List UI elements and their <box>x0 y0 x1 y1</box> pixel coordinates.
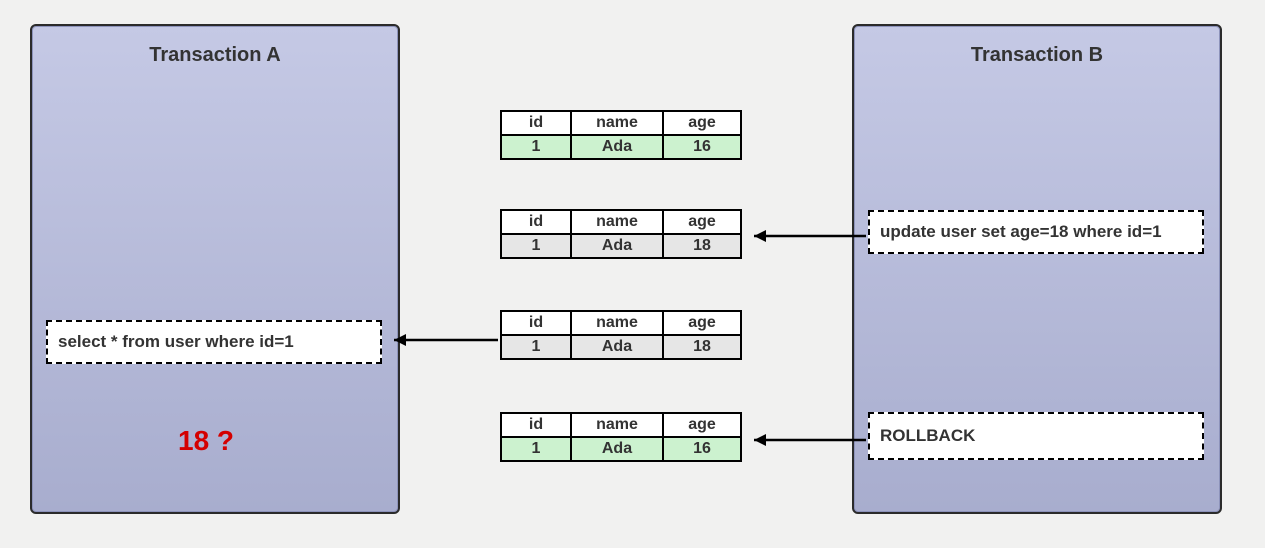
table-header-row: id name age <box>501 413 741 437</box>
cell-id: 1 <box>501 335 571 359</box>
cell-id: 1 <box>501 135 571 159</box>
table-header-row: id name age <box>501 111 741 135</box>
cell-name: Ada <box>571 335 663 359</box>
cell-age: 18 <box>663 335 741 359</box>
table-row: 1 Ada 18 <box>501 335 741 359</box>
transaction-b-update: update user set age=18 where id=1 <box>868 210 1204 254</box>
cell-age: 16 <box>663 135 741 159</box>
snapshot-table-4: id name age 1 Ada 16 <box>500 412 742 462</box>
snapshot-table-3: id name age 1 Ada 18 <box>500 310 742 360</box>
cell-name: Ada <box>571 135 663 159</box>
cell-age: 16 <box>663 437 741 461</box>
dirty-read-question: 18 ? <box>178 425 234 457</box>
cell-id: 1 <box>501 437 571 461</box>
snapshot-table-1: id name age 1 Ada 16 <box>500 110 742 160</box>
transaction-b-rollback: ROLLBACK <box>868 412 1204 460</box>
header-name: name <box>571 311 663 335</box>
transaction-a-query: select * from user where id=1 <box>46 320 382 364</box>
header-id: id <box>501 111 571 135</box>
snapshot-table-2: id name age 1 Ada 18 <box>500 209 742 259</box>
cell-name: Ada <box>571 437 663 461</box>
header-name: name <box>571 210 663 234</box>
arrow-table-to-select <box>382 330 502 350</box>
header-name: name <box>571 413 663 437</box>
header-id: id <box>501 210 571 234</box>
cell-age: 18 <box>663 234 741 258</box>
header-age: age <box>663 111 741 135</box>
header-age: age <box>663 311 741 335</box>
table-header-row: id name age <box>501 210 741 234</box>
table-row: 1 Ada 16 <box>501 135 741 159</box>
header-id: id <box>501 311 571 335</box>
table-row: 1 Ada 16 <box>501 437 741 461</box>
arrow-rollback-to-table <box>742 430 872 450</box>
cell-id: 1 <box>501 234 571 258</box>
table-header-row: id name age <box>501 311 741 335</box>
cell-name: Ada <box>571 234 663 258</box>
table-row: 1 Ada 18 <box>501 234 741 258</box>
header-age: age <box>663 210 741 234</box>
arrow-update-to-table <box>742 226 872 246</box>
header-name: name <box>571 111 663 135</box>
header-id: id <box>501 413 571 437</box>
transaction-b-title: Transaction B <box>854 44 1220 67</box>
header-age: age <box>663 413 741 437</box>
transaction-a-title: Transaction A <box>32 44 398 67</box>
